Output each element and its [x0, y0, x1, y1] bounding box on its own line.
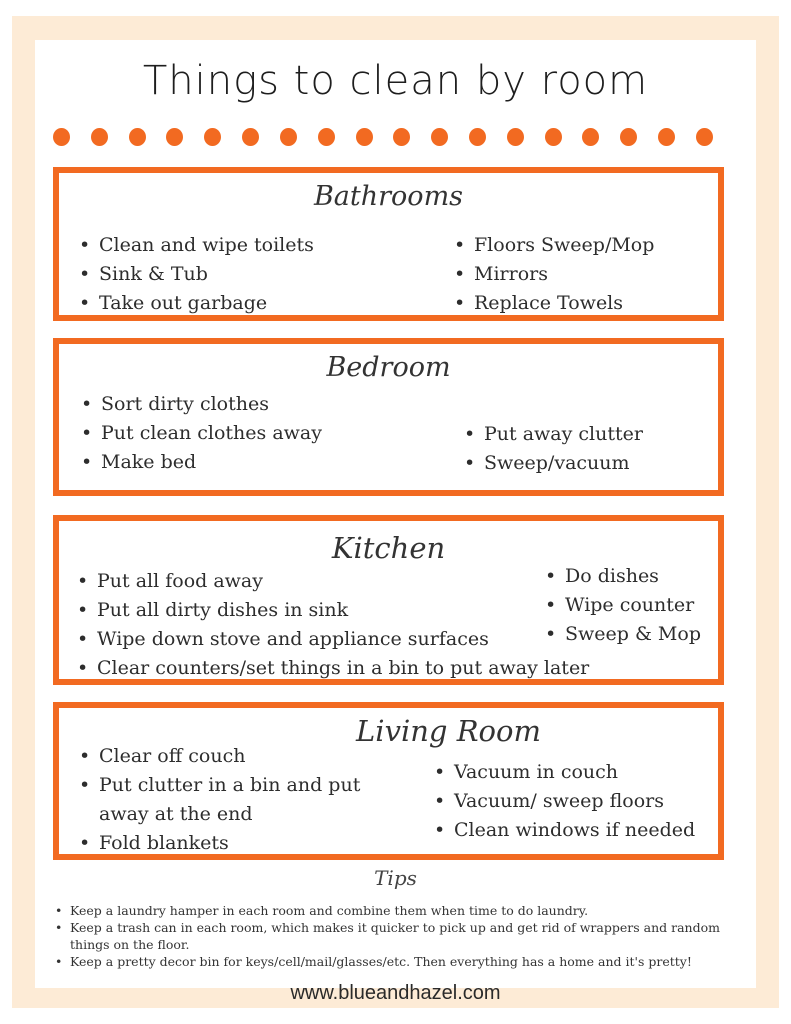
list-item: Fold blankets [77, 829, 379, 858]
bedroom-list-left: Sort dirty clothes Put clean clothes awa… [79, 390, 322, 477]
page-title: Things to clean by room [142, 58, 649, 104]
divider-dot [279, 128, 297, 146]
room-box-kitchen: Kitchen Put all food away Put all dirty … [53, 515, 724, 685]
list-item: Put clean clothes away [79, 419, 322, 448]
divider-dot [582, 128, 600, 146]
tips-list: Keep a laundry hamper in each room and c… [52, 902, 752, 970]
list-item: Clear off couch [77, 742, 379, 771]
divider-dot [620, 128, 638, 146]
room-box-bedroom: Bedroom Sort dirty clothes Put clean clo… [53, 338, 724, 496]
living-room-list-right: Vacuum in couch Vacuum/ sweep floors Cle… [432, 758, 695, 845]
list-item: Mirrors [452, 260, 654, 289]
list-item: Vacuum/ sweep floors [432, 787, 695, 816]
tip-item: Keep a trash can in each room, which mak… [52, 919, 752, 953]
room-box-living-room: Living Room Clear off couch Put clutter … [53, 702, 724, 860]
divider-dot [544, 128, 562, 146]
dot-divider [53, 128, 713, 148]
list-item: Clean windows if needed [432, 816, 695, 845]
divider-dot [53, 128, 70, 146]
list-item: Make bed [79, 448, 322, 477]
bathrooms-list-right: Floors Sweep/Mop Mirrors Replace Towels [452, 231, 654, 318]
list-item: Clean and wipe toilets [77, 231, 314, 260]
room-title-kitchen: Kitchen [331, 531, 446, 565]
room-title-bedroom: Bedroom [326, 352, 451, 383]
tips-title: Tips [374, 866, 417, 890]
list-item: Wipe counter [543, 591, 701, 620]
divider-dot [658, 128, 675, 146]
divider-dot [695, 128, 713, 146]
list-item: Put away clutter [462, 420, 643, 449]
list-item: Put clutter in a bin and put away at the… [77, 771, 379, 829]
divider-dot [90, 128, 108, 146]
list-item: Floors Sweep/Mop [452, 231, 654, 260]
divider-dot [431, 128, 449, 146]
kitchen-list-left: Put all food away Put all dirty dishes i… [75, 567, 589, 683]
list-item: Sweep/vacuum [462, 449, 643, 478]
list-item: Sort dirty clothes [79, 390, 322, 419]
list-item: Wipe down stove and appliance surfaces [75, 625, 589, 654]
bathrooms-list-left: Clean and wipe toilets Sink & Tub Take o… [77, 231, 314, 318]
list-item: Put all food away [75, 567, 589, 596]
list-item: Take out garbage [77, 289, 314, 318]
divider-dot [317, 128, 335, 146]
room-title-bathrooms: Bathrooms [313, 181, 464, 212]
divider-dot [166, 128, 184, 146]
bedroom-list-right: Put away clutter Sweep/vacuum [462, 420, 643, 478]
kitchen-list-right: Do dishes Wipe counter Sweep & Mop [543, 562, 701, 649]
divider-dot [468, 128, 486, 146]
list-item: Vacuum in couch [432, 758, 695, 787]
website-link[interactable]: www.blueandhazel.com [0, 982, 791, 1005]
list-item: Sweep & Mop [543, 620, 701, 649]
list-item: Do dishes [543, 562, 701, 591]
living-room-list-left: Clear off couch Put clutter in a bin and… [77, 742, 379, 858]
list-item: Clear counters/set things in a bin to pu… [75, 654, 589, 683]
tip-item: Keep a pretty decor bin for keys/cell/ma… [52, 953, 752, 970]
list-item: Put all dirty dishes in sink [75, 596, 589, 625]
tip-item: Keep a laundry hamper in each room and c… [52, 902, 752, 919]
room-box-bathrooms: Bathrooms Clean and wipe toilets Sink & … [53, 167, 724, 321]
divider-dot [204, 128, 222, 146]
divider-dot [393, 128, 411, 146]
divider-dot [128, 128, 146, 146]
list-item: Sink & Tub [77, 260, 314, 289]
list-item: Replace Towels [452, 289, 654, 318]
divider-dot [242, 128, 260, 146]
divider-dot [355, 128, 373, 146]
divider-dot [506, 128, 524, 146]
